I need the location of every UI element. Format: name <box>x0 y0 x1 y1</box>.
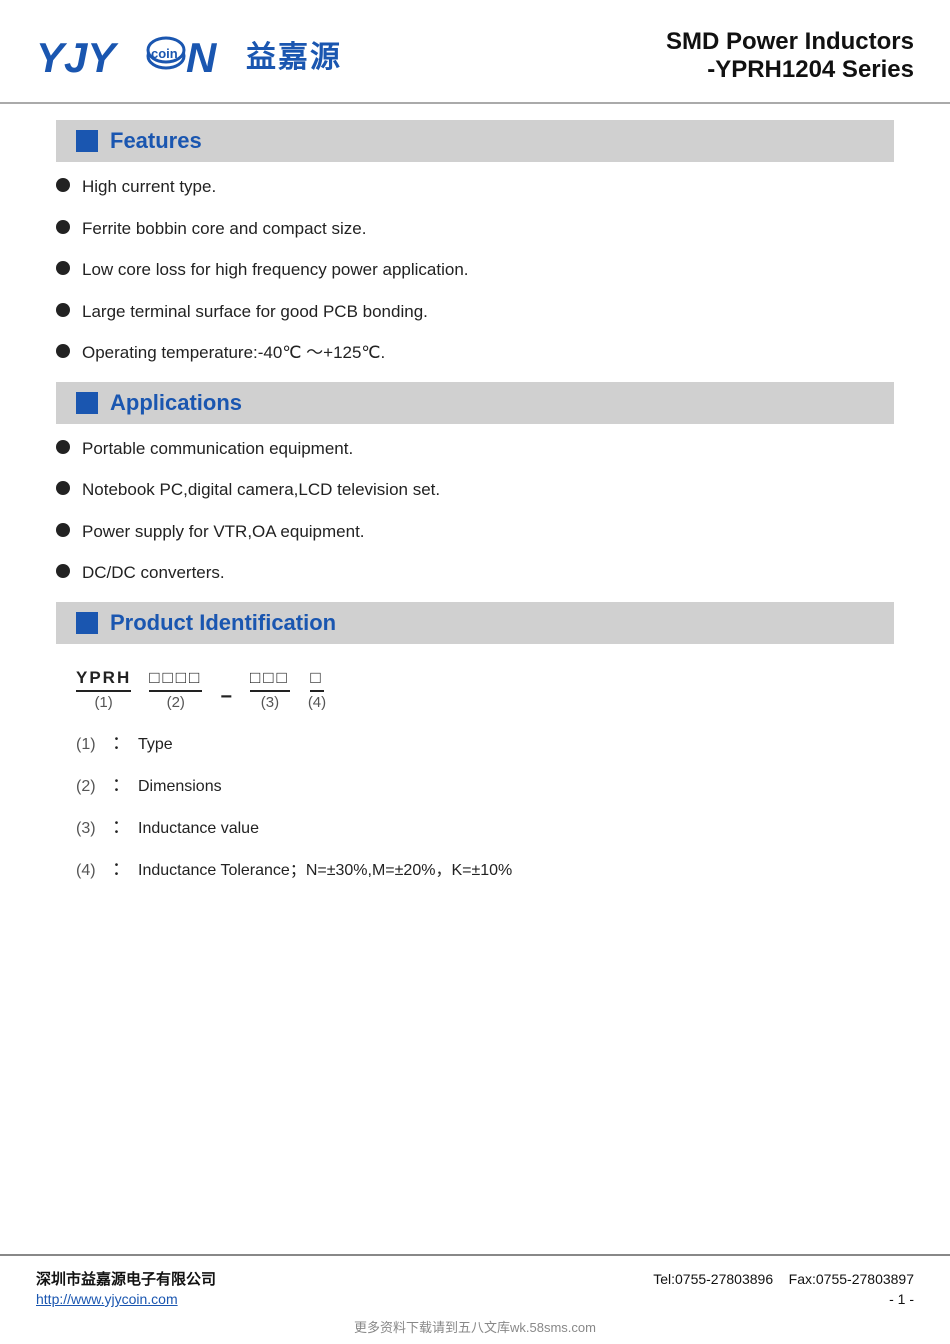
applications-section: Applications Portable communication equi… <box>36 382 914 586</box>
footer-row2: http://www.yjycoin.com - 1 - <box>36 1291 914 1307</box>
product-id-header: Product Identification <box>56 602 894 644</box>
app-text: Portable communication equipment. <box>82 436 353 462</box>
list-item: Operating temperature:-40℃ ～+125℃. <box>56 340 914 366</box>
footer-company: 深圳市益嘉源电子有限公司 <box>36 1268 216 1289</box>
product-id-section: Product Identification YPRH (1) □□□□ (2)… <box>36 602 914 881</box>
footer: 深圳市益嘉源电子有限公司 Tel:0755-27803896 Fax:0755-… <box>0 1254 950 1344</box>
feature-text: Ferrite bobbin core and compact size. <box>82 216 366 242</box>
detail-val: Inductance value <box>138 820 259 838</box>
title-line1: SMD Power Inductors <box>666 28 914 56</box>
footer-fax: Fax:0755-27803897 <box>789 1271 914 1287</box>
detail-num: (4) <box>76 862 104 880</box>
app-text: DC/DC converters. <box>82 560 225 586</box>
detail-sep: ： <box>112 855 130 881</box>
bullet-dot <box>56 261 70 275</box>
bullet-dot <box>56 344 70 358</box>
product-id-details: (1) ： Type (2) ： Dimensions (3) ： Induct… <box>76 729 914 881</box>
part-label-2: (2) <box>167 694 185 711</box>
feature-text: Large terminal surface for good PCB bond… <box>82 299 428 325</box>
svg-text:YJY: YJY <box>36 34 119 80</box>
list-item: DC/DC converters. <box>56 560 914 586</box>
footer-row1: 深圳市益嘉源电子有限公司 Tel:0755-27803896 Fax:0755-… <box>36 1268 914 1289</box>
detail-row: (2) ： Dimensions <box>76 771 914 797</box>
detail-sep: ： <box>112 729 130 755</box>
list-item: Notebook PC,digital camera,LCD televisio… <box>56 477 914 503</box>
logo-chinese: 益嘉源 <box>246 32 342 76</box>
diagram-part-2: □□□□ (2) <box>149 668 202 711</box>
bullet-dot <box>56 440 70 454</box>
logo-icon: YJY coin N <box>36 28 236 80</box>
diagram-row: YPRH (1) □□□□ (2) − □□□ (3) □ (4) <box>76 668 914 711</box>
list-item: Large terminal surface for good PCB bond… <box>56 299 914 325</box>
feature-text: Low core loss for high frequency power a… <box>82 257 469 283</box>
applications-header: Applications <box>56 382 894 424</box>
list-item: Low core loss for high frequency power a… <box>56 257 914 283</box>
detail-row: (4) ： Inductance Tolerance；N=±30%,M=±20%… <box>76 855 914 881</box>
applications-list: Portable communication equipment. Notebo… <box>36 436 914 586</box>
detail-num: (3) <box>76 820 104 838</box>
diagram-part-4: □ (4) <box>308 668 326 711</box>
bullet-dot <box>56 178 70 192</box>
diagram-boxes-1: □□□□ <box>149 668 202 692</box>
logo-area: YJY coin N 益嘉源 <box>36 28 342 80</box>
feature-text: Operating temperature:-40℃ ～+125℃. <box>82 340 385 366</box>
app-text: Power supply for VTR,OA equipment. <box>82 519 365 545</box>
header-title: SMD Power Inductors -YPRH1204 Series <box>666 28 914 84</box>
detail-sep: ： <box>112 813 130 839</box>
footer-tel: Tel:0755-27803896 <box>653 1271 773 1287</box>
part-label-3: (3) <box>261 694 279 711</box>
product-id-title: Product Identification <box>110 610 336 636</box>
bullet-dot <box>56 303 70 317</box>
diagram-code: YPRH <box>76 668 131 692</box>
list-item: Portable communication equipment. <box>56 436 914 462</box>
detail-val: Inductance Tolerance；N=±30%,M=±20%，K=±10… <box>138 856 512 880</box>
diagram-part-1: YPRH (1) <box>76 668 131 711</box>
detail-val: Dimensions <box>138 778 222 796</box>
list-item: Ferrite bobbin core and compact size. <box>56 216 914 242</box>
applications-icon <box>76 392 98 414</box>
footer-contact: Tel:0755-27803896 Fax:0755-27803897 <box>653 1271 914 1287</box>
product-id-icon <box>76 612 98 634</box>
diagram-box-3: □ <box>310 668 323 692</box>
bullet-dot <box>56 220 70 234</box>
header: YJY coin N 益嘉源 SMD Power Inductors -YPRH… <box>0 0 950 104</box>
title-line2: -YPRH1204 Series <box>666 56 914 84</box>
list-item: High current type. <box>56 174 914 200</box>
detail-row: (1) ： Type <box>76 729 914 755</box>
bullet-dot <box>56 523 70 537</box>
features-list: High current type. Ferrite bobbin core a… <box>36 174 914 366</box>
product-id-diagram: YPRH (1) □□□□ (2) − □□□ (3) □ (4) <box>76 668 914 711</box>
svg-text:coin: coin <box>151 46 178 61</box>
footer-watermark: 更多资料下载请到五八文库wk.58sms.com <box>36 1317 914 1336</box>
footer-page: - 1 - <box>889 1291 914 1307</box>
applications-title: Applications <box>110 390 242 416</box>
features-title: Features <box>110 128 202 154</box>
diagram-part-3: □□□ (3) <box>250 668 290 711</box>
svg-text:N: N <box>186 34 218 80</box>
part-label-1: (1) <box>94 694 112 711</box>
bullet-dot <box>56 481 70 495</box>
app-text: Notebook PC,digital camera,LCD televisio… <box>82 477 440 503</box>
features-icon <box>76 130 98 152</box>
part-label-4: (4) <box>308 694 326 711</box>
detail-num: (2) <box>76 778 104 796</box>
detail-num: (1) <box>76 736 104 754</box>
diagram-dash: − <box>220 686 232 711</box>
features-header: Features <box>56 120 894 162</box>
diagram-boxes-2: □□□ <box>250 668 290 692</box>
feature-text: High current type. <box>82 174 216 200</box>
bullet-dot <box>56 564 70 578</box>
footer-website[interactable]: http://www.yjycoin.com <box>36 1291 178 1307</box>
detail-sep: ： <box>112 771 130 797</box>
detail-row: (3) ： Inductance value <box>76 813 914 839</box>
list-item: Power supply for VTR,OA equipment. <box>56 519 914 545</box>
detail-val: Type <box>138 736 173 754</box>
features-section: Features High current type. Ferrite bobb… <box>36 120 914 366</box>
main-content: Features High current type. Ferrite bobb… <box>0 104 950 1075</box>
